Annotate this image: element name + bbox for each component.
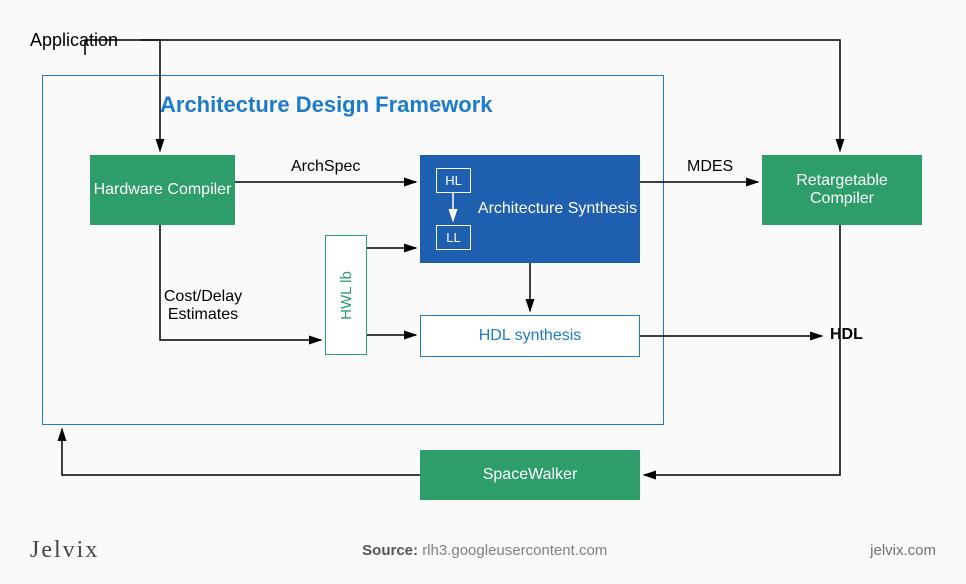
hardware-compiler-box: Hardware Compiler <box>90 155 235 225</box>
mdes-label: MDES <box>687 158 733 176</box>
jelvix-logo: Jelvix <box>30 537 99 564</box>
archspec-label: ArchSpec <box>291 158 360 176</box>
source-citation: Source: rlh3.googleusercontent.com <box>362 542 607 559</box>
diagram-canvas: Application Architecture Design Framewor… <box>0 0 966 584</box>
framework-title: Architecture Design Framework <box>160 92 493 118</box>
cost-delay-label: Cost/Delay Estimates <box>148 288 258 324</box>
spacewalker-box: SpaceWalker <box>420 450 640 500</box>
architecture-synthesis-label: Architecture Synthesis <box>478 200 637 218</box>
hl-box: HL <box>436 168 471 193</box>
hdl-output-label: HDL <box>830 326 863 344</box>
ll-box: LL <box>436 225 471 250</box>
hdl-synthesis-box: HDL synthesis <box>420 315 640 357</box>
application-label: Application <box>30 30 118 51</box>
hwl-lb-box: HWL lb <box>325 235 367 355</box>
footer: Jelvix Source: rlh3.googleusercontent.co… <box>0 537 966 564</box>
hwl-lb-label: HWL lb <box>338 271 355 320</box>
retargetable-compiler-box: Retargetable Compiler <box>762 155 922 225</box>
footer-url: jelvix.com <box>870 542 936 559</box>
